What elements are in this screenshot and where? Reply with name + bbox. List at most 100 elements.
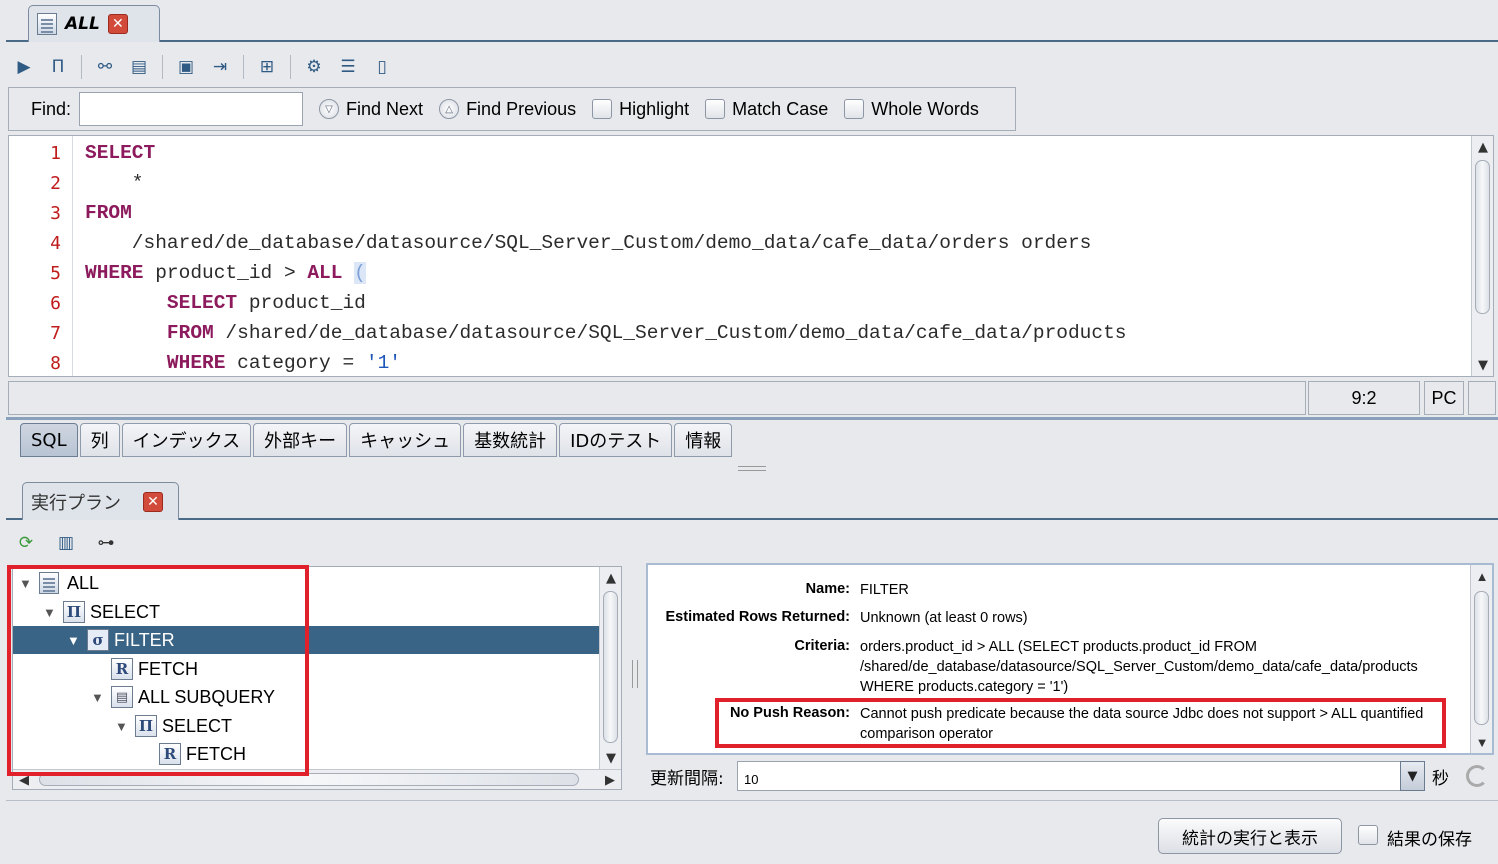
tab-info[interactable]: 情報 <box>674 423 733 457</box>
scroll-up-icon[interactable]: ▲ <box>600 567 621 589</box>
find-input[interactable] <box>79 92 304 126</box>
cursor-position: 9:2 <box>1308 381 1420 415</box>
toolbar-separator <box>162 55 163 79</box>
whole-words-checkbox[interactable]: Whole Words <box>844 99 979 120</box>
code-text: product_id <box>237 292 366 314</box>
refresh-interval-label: 更新間隔: <box>650 769 724 789</box>
line-number: 7 <box>50 323 61 344</box>
close-icon[interactable]: ✕ <box>107 14 128 34</box>
toolbar-separator <box>81 55 82 79</box>
scroll-right-icon[interactable]: ▶ <box>599 769 621 789</box>
status-extra <box>1468 381 1496 415</box>
splitter-icon[interactable]: ▥ <box>52 529 80 557</box>
scroll-thumb[interactable] <box>603 591 618 743</box>
sql-keyword: SELECT <box>85 142 156 164</box>
plan-toolbar: ⟳ ▥ ⊶ <box>12 528 120 558</box>
find-previous-button[interactable]: △ Find Previous <box>439 99 576 120</box>
tab-cardinality-stats[interactable]: 基数統計 <box>463 423 558 457</box>
name-label: Name: <box>805 581 850 597</box>
chevron-up-icon: △ <box>439 99 460 119</box>
run-statistics-button[interactable]: 統計の実行と表示 <box>1158 818 1342 854</box>
details-scrollbar[interactable]: ▲ ▼ <box>1470 565 1492 753</box>
scroll-up-icon[interactable]: ▲ <box>1471 565 1492 587</box>
refresh-interval-input[interactable] <box>737 761 1401 791</box>
find-next-label: Find Next <box>346 98 424 119</box>
sql-keyword: FROM <box>166 322 214 344</box>
toolbar-separator <box>243 55 244 79</box>
editor-toolbar: ▶ Π ⚯ ▤ ▣ ⇥ ⊞ ⚙ ☰ ▯ <box>10 50 396 84</box>
scroll-up-icon[interactable]: ▲ <box>1472 136 1493 158</box>
tree-icon[interactable]: ⚯ <box>91 53 119 81</box>
match-case-label: Match Case <box>732 98 829 119</box>
code-line: * <box>85 172 144 194</box>
tab-cache[interactable]: キャッシュ <box>349 423 462 457</box>
rows-label: Estimated Rows Returned: <box>665 609 851 625</box>
name-value: FILTER <box>860 582 909 598</box>
sql-keyword: WHERE <box>166 352 226 374</box>
save-results-checkbox[interactable] <box>1358 825 1378 845</box>
explain-icon[interactable]: Π <box>44 53 72 81</box>
tab-foreign-keys[interactable]: 外部キー <box>253 423 348 457</box>
tree-vscroll[interactable]: ▲ ▼ <box>599 567 621 769</box>
sql-keyword: WHERE <box>85 262 144 284</box>
scroll-down-icon[interactable]: ▼ <box>1472 354 1493 376</box>
checkbox-icon <box>705 99 726 119</box>
code-text: product_id > <box>143 262 308 284</box>
highlight-button[interactable]: Highlight <box>592 99 689 120</box>
save-icon[interactable]: ▣ <box>172 53 200 81</box>
vertical-splitter-grip[interactable] <box>632 660 638 688</box>
refresh-dropdown-button[interactable]: ▼ <box>1400 761 1425 791</box>
editor-tab-label: ALL <box>65 14 100 34</box>
code-line: SELECT product_id <box>85 292 366 314</box>
criteria-label: Criteria: <box>794 638 850 654</box>
scroll-down-icon[interactable]: ▼ <box>1471 731 1492 753</box>
refresh-icon[interactable]: ⟳ <box>12 529 40 557</box>
line-number: 6 <box>50 293 61 314</box>
print-icon[interactable]: ▤ <box>125 53 153 81</box>
tab-columns[interactable]: 列 <box>79 423 120 457</box>
line-number: 3 <box>50 203 61 224</box>
code-line: SELECT <box>85 142 155 164</box>
execute-icon[interactable]: ▶ <box>10 53 38 81</box>
code-line: FROM <box>85 202 132 224</box>
tab-sql[interactable]: SQL <box>20 423 78 457</box>
footer-divider <box>6 800 1498 801</box>
sql-string: '1' <box>365 352 401 374</box>
line-ending-mode: PC <box>1424 381 1464 415</box>
splitter-grip[interactable] <box>738 466 766 471</box>
scroll-down-icon[interactable]: ▼ <box>600 747 621 769</box>
binoculars-icon[interactable]: ⊶ <box>92 529 120 557</box>
line-number: 4 <box>50 233 61 254</box>
scroll-thumb[interactable] <box>1475 160 1490 314</box>
export-icon[interactable]: ⇥ <box>206 53 234 81</box>
indent-icon[interactable]: ☰ <box>334 53 362 81</box>
editor-scrollbar[interactable]: ▲ ▼ <box>1471 136 1493 376</box>
plan-tabstrip: 実行プラン ✕ <box>6 480 1498 520</box>
tab-id-test[interactable]: IDのテスト <box>559 423 673 457</box>
line-number: 1 <box>50 143 61 164</box>
code-text: category = <box>225 352 366 374</box>
sql-editor[interactable]: 1 2 3 4 5 6 7 8 SELECT * FROM /shared/de… <box>8 135 1494 377</box>
code-line: /shared/de_database/datasource/SQL_Serve… <box>85 232 1092 254</box>
refresh-icon[interactable] <box>1466 765 1488 787</box>
plan-tab-label: 実行プラン <box>31 492 121 514</box>
checkbox-icon <box>844 99 865 119</box>
editor-tab-all[interactable]: ALL ✕ <box>28 5 160 42</box>
highlight-label: Highlight <box>619 98 690 119</box>
find-previous-label: Find Previous <box>466 98 577 119</box>
panel-divider <box>6 417 1498 420</box>
tab-indexes[interactable]: インデックス <box>121 423 252 457</box>
close-icon[interactable]: ✕ <box>143 491 163 512</box>
document-icon[interactable]: ▯ <box>368 53 396 81</box>
match-case-checkbox[interactable]: Match Case <box>705 99 828 120</box>
new-icon[interactable]: ⊞ <box>253 53 281 81</box>
editor-status-bar: 9:2 PC <box>8 381 1496 415</box>
scroll-thumb[interactable] <box>1474 591 1489 725</box>
find-next-button[interactable]: ▽ Find Next <box>319 99 423 120</box>
sql-keyword: ALL <box>307 262 343 284</box>
properties-icon[interactable]: ⚙ <box>300 53 328 81</box>
tab-execution-plan[interactable]: 実行プラン ✕ <box>22 482 179 520</box>
